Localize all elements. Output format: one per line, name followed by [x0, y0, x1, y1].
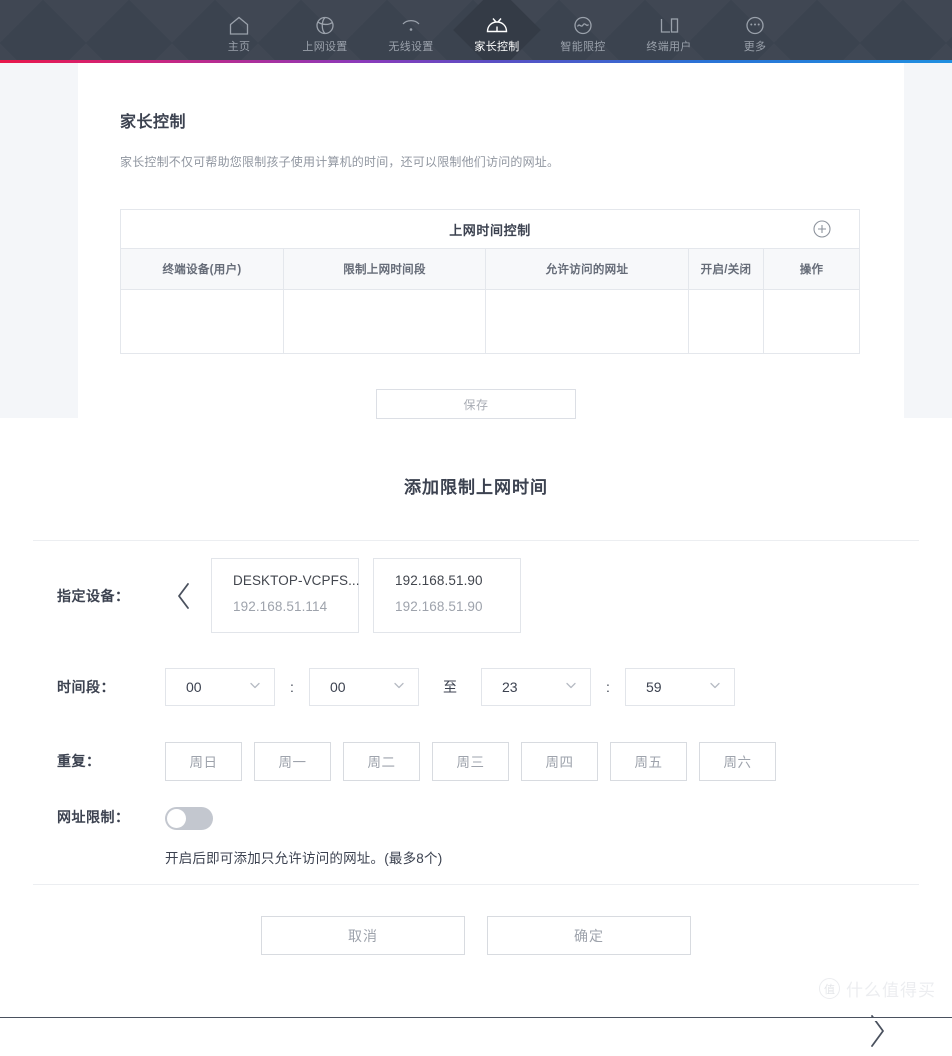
watermark-badge: 值	[819, 978, 840, 999]
time-to-label: 至	[443, 679, 457, 695]
device-card[interactable]: 192.168.51.90 192.168.51.90	[373, 558, 521, 633]
table-row-empty	[121, 290, 859, 353]
day-buttons-list: 周日 周一 周二 周三 周四 周五 周六	[165, 741, 776, 781]
chevron-down-icon	[708, 678, 722, 697]
table-header-cell: 限制上网时间段	[284, 249, 486, 289]
nav-item-wireless-settings[interactable]: 无线设置	[368, 0, 454, 60]
start-minute-select[interactable]: 00	[309, 668, 419, 706]
table-cell	[486, 290, 689, 353]
watermark-text: 什么值得买	[846, 981, 936, 1000]
table-title: 上网时间控制	[449, 222, 531, 238]
wave-circle-icon	[570, 14, 596, 38]
url-restriction-toggle[interactable]	[165, 807, 213, 830]
nav-label: 更多	[743, 41, 767, 53]
table-cell	[764, 290, 859, 353]
save-button[interactable]: 保存	[376, 389, 576, 419]
globe-icon	[312, 14, 338, 38]
nav-label: 主页	[227, 41, 251, 53]
table-cell	[284, 290, 486, 353]
nav-item-more[interactable]: 更多	[712, 0, 798, 60]
day-button-thursday[interactable]: 周四	[521, 741, 598, 781]
time-row-label: 时间段：	[57, 679, 115, 695]
time-period-row: 时间段： 00 : 00 至 23 : 59	[0, 650, 952, 724]
end-hour-value: 23	[502, 679, 518, 695]
start-hour-value: 00	[186, 679, 202, 695]
plus-circle-icon[interactable]	[813, 220, 831, 238]
chevron-left-icon[interactable]	[165, 580, 203, 612]
day-button-sunday[interactable]: 周日	[165, 741, 242, 781]
url-row-label: 网址限制：	[57, 809, 130, 825]
table-header-row: 终端设备(用户) 限制上网时间段 允许访问的网址 开启/关闭 操作	[121, 249, 859, 290]
device-name: 192.168.51.90	[395, 573, 483, 588]
end-minute-select[interactable]: 59	[625, 668, 735, 706]
wifi-icon	[398, 14, 424, 38]
url-restriction-hint: 开启后即可添加只允许访问的网址。(最多8个)	[165, 851, 443, 866]
time-separator: :	[290, 679, 294, 695]
nav-item-terminal-users[interactable]: 终端用户	[626, 0, 712, 60]
nav-item-internet-settings[interactable]: 上网设置	[282, 0, 368, 60]
add-time-restriction-dialog: 添加限制上网时间 指定设备： DESKTOP-VCPFS... 192.168.…	[0, 440, 952, 1047]
table-header-cell: 终端设备(用户)	[121, 249, 284, 289]
day-button-friday[interactable]: 周五	[610, 741, 687, 781]
nav-label: 无线设置	[388, 41, 434, 53]
more-dots-icon	[742, 14, 768, 38]
cancel-button[interactable]: 取消	[261, 916, 465, 955]
left-rail	[0, 63, 78, 418]
device-ip: 192.168.51.114	[233, 599, 328, 614]
url-restriction-row: 网址限制： 开启后即可添加只允许访问的网址。(最多8个)	[0, 798, 952, 884]
table-cell	[689, 290, 764, 353]
table-title-row: 上网时间控制	[121, 210, 859, 249]
nav-item-parental-control[interactable]: 家长控制	[454, 0, 540, 60]
save-button-container: 保存	[78, 389, 904, 419]
nav-label: 上网设置	[302, 41, 348, 53]
page-title: 家长控制	[120, 114, 187, 131]
nav-item-home[interactable]: 主页	[196, 0, 282, 60]
url-restriction-control: 开启后即可添加只允许访问的网址。(最多8个)	[165, 807, 442, 867]
toggle-knob	[167, 809, 186, 828]
nav-label: 家长控制	[474, 41, 520, 53]
table-header-cell: 开启/关闭	[689, 249, 764, 289]
page-inner: 家长控制 家长控制不仅可帮助您限制孩子使用计算机的时间，还可以限制他们访问的网址…	[78, 63, 904, 440]
repeat-row-label: 重复：	[57, 753, 101, 769]
table-header-cell: 允许访问的网址	[486, 249, 689, 289]
device-row-label: 指定设备：	[57, 587, 130, 604]
day-button-tuesday[interactable]: 周二	[343, 741, 420, 781]
device-name: DESKTOP-VCPFS...	[233, 573, 360, 588]
page-description: 家长控制不仅可帮助您限制孩子使用计算机的时间，还可以限制他们访问的网址。	[120, 155, 560, 169]
device-card-list: DESKTOP-VCPFS... 192.168.51.114 192.168.…	[211, 558, 521, 633]
watermark: 值 什么值得买	[819, 976, 936, 1001]
start-hour-select[interactable]: 00	[165, 668, 275, 706]
nav-items-container: 主页 上网设置 无线设置 家长控制 智能限控 终端用户 更多	[0, 0, 952, 60]
parental-control-icon	[484, 14, 510, 38]
end-minute-value: 59	[646, 679, 662, 695]
confirm-button[interactable]: 确定	[487, 916, 691, 955]
dialog-title: 添加限制上网时间	[404, 478, 548, 497]
start-minute-value: 00	[330, 679, 346, 695]
device-icon	[656, 14, 682, 38]
day-button-saturday[interactable]: 周六	[699, 741, 776, 781]
repeat-days-row: 重复： 周日 周一 周二 周三 周四 周五 周六	[0, 724, 952, 798]
day-button-monday[interactable]: 周一	[254, 741, 331, 781]
chevron-down-icon	[248, 678, 262, 697]
day-button-wednesday[interactable]: 周三	[432, 741, 509, 781]
chevron-down-icon	[392, 678, 406, 697]
dialog-actions: 取消 确定	[0, 885, 952, 955]
bottom-edge	[0, 1017, 952, 1021]
page-content-area: 家长控制 家长控制不仅可帮助您限制孩子使用计算机的时间，还可以限制他们访问的网址…	[0, 63, 952, 440]
top-navigation-bar: 主页 上网设置 无线设置 家长控制 智能限控 终端用户 更多	[0, 0, 952, 60]
nav-label: 终端用户	[646, 41, 692, 53]
device-selection-row: 指定设备： DESKTOP-VCPFS... 192.168.51.114 19…	[0, 541, 952, 650]
home-icon	[226, 14, 252, 38]
device-ip: 192.168.51.90	[395, 599, 483, 614]
time-separator: :	[606, 679, 610, 695]
table-header-cell: 操作	[799, 264, 824, 276]
chevron-down-icon	[564, 678, 578, 697]
nav-item-smart-control[interactable]: 智能限控	[540, 0, 626, 60]
nav-label: 智能限控	[560, 41, 606, 53]
device-card[interactable]: DESKTOP-VCPFS... 192.168.51.114	[211, 558, 360, 633]
time-control-table: 上网时间控制 终端设备(用户) 限制上网时间段 允许访问的网址 开启/关闭 操作	[120, 209, 860, 354]
end-hour-select[interactable]: 23	[481, 668, 591, 706]
right-rail	[904, 63, 952, 418]
table-cell	[121, 290, 284, 353]
